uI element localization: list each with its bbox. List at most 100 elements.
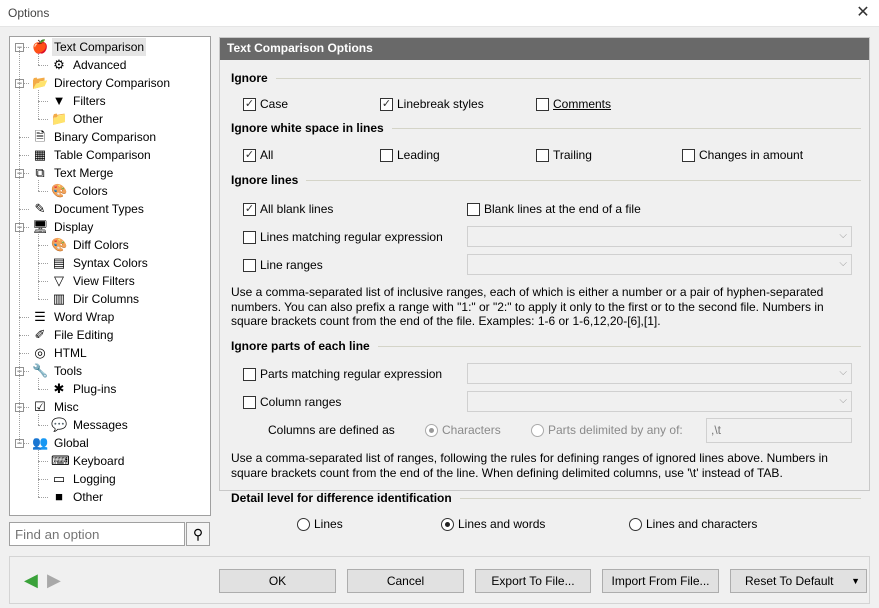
export-button[interactable]: Export To File... <box>475 569 591 593</box>
import-button[interactable]: Import From File... <box>602 569 719 593</box>
reset-label: Reset To Default <box>745 574 834 588</box>
column-ranges-combo[interactable]: ⌵ <box>467 391 852 412</box>
detail-chars-radio[interactable]: Lines and characters <box>629 517 757 531</box>
window-title: Options <box>8 6 50 20</box>
detail-lines-radio[interactable]: Lines <box>297 517 343 531</box>
radio-dot <box>629 517 642 531</box>
checkbox-label: Lines matching regular expression <box>260 230 443 244</box>
search-icon: ⚲ <box>192 526 204 542</box>
tree-item-label: Binary Comparison <box>54 130 157 144</box>
ok-button[interactable]: OK <box>219 569 336 593</box>
dropdown-arrow-icon[interactable]: ▼ <box>851 570 860 592</box>
parts-regex-combo[interactable]: ⌵ <box>467 363 852 384</box>
reset-button[interactable]: Reset To Default ▼ <box>730 569 867 593</box>
plugin-icon: ✱ <box>53 381 65 396</box>
checkbox-box <box>243 367 256 381</box>
message-icon: 💬 <box>51 417 68 432</box>
section-title: Ignore parts of each line <box>231 339 370 353</box>
back-arrow-icon[interactable]: ◀ <box>24 570 38 591</box>
section-detail-level: Detail level for difference identificati… <box>231 491 861 505</box>
checkbox-label: Linebreak styles <box>397 97 484 111</box>
tree-connector <box>38 461 48 462</box>
misc-icon: ☑ <box>34 399 46 414</box>
folder-check-icon: 📁 <box>51 111 68 126</box>
characters-radio[interactable]: Characters <box>425 423 501 437</box>
checkbox-label: Leading <box>397 148 440 162</box>
tree-item-label: Diff Colors <box>73 238 129 252</box>
search-button[interactable]: ⚲ <box>186 522 210 546</box>
checkbox-box <box>243 258 256 272</box>
checkbox-label: Changes in amount <box>699 148 804 162</box>
delimited-radio[interactable]: Parts delimited by any of: <box>531 423 683 437</box>
tree-item-label: Word Wrap <box>54 310 115 324</box>
binary-icon: 🗎 <box>34 129 46 144</box>
checkbox-label: Parts matching regular expression <box>260 367 443 381</box>
chevron-down-icon: ⌵ <box>839 367 847 378</box>
radio-label: Characters <box>442 423 501 437</box>
cancel-button[interactable]: Cancel <box>347 569 464 593</box>
line-ranges-checkbox[interactable]: Line ranges <box>243 258 323 272</box>
column-ranges-checkbox[interactable]: Column ranges <box>243 395 341 409</box>
funnel-icon: ▽ <box>54 273 64 288</box>
lines-regex-checkbox[interactable]: Lines matching regular expression <box>243 230 443 244</box>
tree-connector <box>19 137 29 138</box>
forward-arrow-icon[interactable]: ▶ <box>47 570 61 591</box>
checkbox-box: ✓ <box>243 97 256 111</box>
tree-connector <box>38 389 48 390</box>
ws-trailing-checkbox[interactable]: Trailing <box>536 148 592 162</box>
case-checkbox[interactable]: ✓ Case <box>243 97 288 111</box>
tree-item-label: Other <box>73 112 104 126</box>
tree-connector <box>19 209 29 210</box>
options-tree[interactable]: 🍎 Text Comparison − ⚙ Advanced 📂 Directory Com… <box>9 36 211 516</box>
tree-item-label: Display <box>54 220 94 234</box>
parts-regex-checkbox[interactable]: Parts matching regular expression <box>243 367 442 381</box>
search-input[interactable] <box>9 522 185 546</box>
tree-item-label: Document Types <box>54 202 144 216</box>
radio-dot <box>441 517 454 531</box>
lines-regex-combo[interactable]: ⌵ <box>467 226 852 247</box>
tree-connector <box>38 90 39 119</box>
tree-item-label: Plug-ins <box>73 382 117 396</box>
tree-item-label: Other <box>73 490 104 504</box>
section-title: Ignore <box>231 71 268 85</box>
radio-dot <box>425 423 438 437</box>
keyboard-icon: ⌨ <box>51 453 70 468</box>
tools-icon: 🔧 <box>32 363 49 378</box>
section-ignore-lines: Ignore lines <box>231 173 861 187</box>
tree-connector <box>38 378 39 389</box>
checkbox-label: Trailing <box>553 148 592 162</box>
ws-all-checkbox[interactable]: ✓ All <box>243 148 273 162</box>
checkbox-label: Blank lines at the end of a file <box>484 202 641 216</box>
tree-item-label: Misc <box>54 400 79 414</box>
close-icon[interactable]: ✕ <box>852 2 874 24</box>
line-ranges-combo[interactable]: ⌵ <box>467 254 852 275</box>
file-edit-icon: ✐ <box>34 327 46 342</box>
ws-changes-checkbox[interactable]: Changes in amount <box>682 148 803 162</box>
chevron-down-icon: ⌵ <box>839 395 847 406</box>
tree-item-label: View Filters <box>73 274 135 288</box>
tree-connector <box>38 450 39 497</box>
all-blank-lines-checkbox[interactable]: ✓ All blank lines <box>243 202 333 216</box>
radio-dot <box>297 517 310 531</box>
radio-label: Lines <box>314 517 343 531</box>
palette-icon: 🎨 <box>51 183 68 198</box>
section-title: Ignore white space in lines <box>231 121 384 135</box>
document-types-icon: ✎ <box>34 201 46 216</box>
radio-label: Lines and characters <box>646 517 758 531</box>
checkbox-label[interactable]: Comments <box>553 97 611 111</box>
checkbox-box <box>467 202 480 216</box>
detail-words-radio[interactable]: Lines and words <box>441 517 545 531</box>
tree-connector <box>38 65 48 66</box>
section-title: Ignore lines <box>231 173 299 187</box>
comments-checkbox[interactable]: Comments <box>536 97 611 111</box>
syntax-colors-icon: ▤ <box>52 255 66 270</box>
checkbox-box <box>243 230 256 244</box>
tree-item-label: Keyboard <box>73 454 125 468</box>
ws-leading-checkbox[interactable]: Leading <box>380 148 440 162</box>
tree-connector <box>38 245 48 246</box>
checkbox-label: All blank lines <box>260 202 334 216</box>
radio-dot <box>531 423 544 437</box>
blank-lines-end-checkbox[interactable]: Blank lines at the end of a file <box>467 202 641 216</box>
linebreak-checkbox[interactable]: ✓ Linebreak styles <box>380 97 484 111</box>
delimiters-input[interactable]: ,\t <box>706 418 852 443</box>
